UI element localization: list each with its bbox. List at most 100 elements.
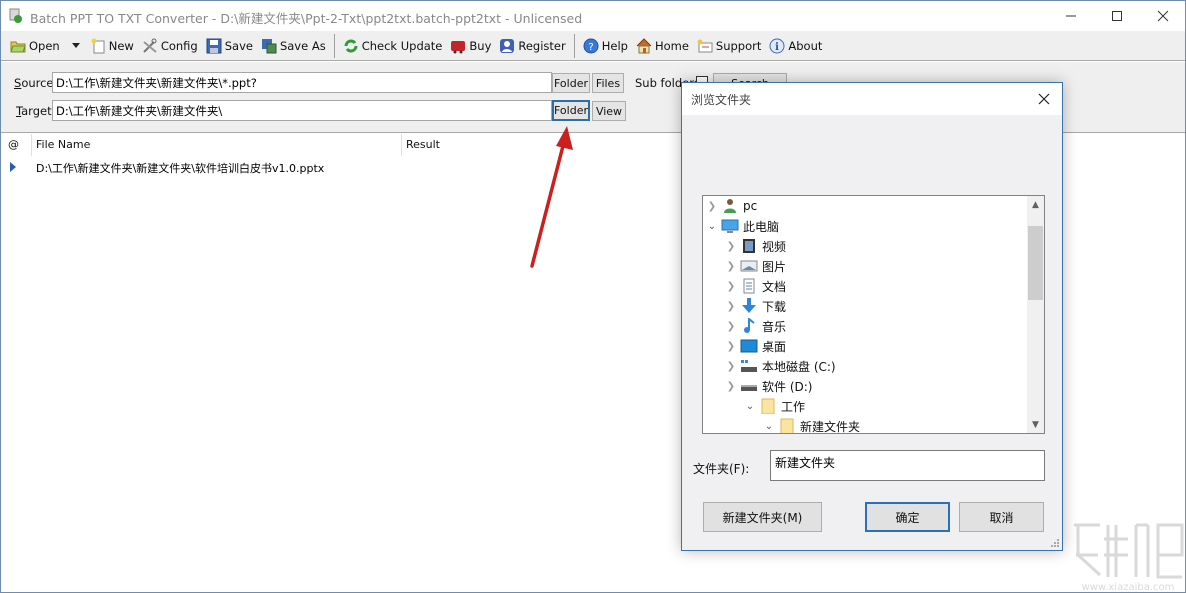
video-icon	[743, 239, 755, 253]
home-icon	[636, 37, 652, 53]
column-header-status[interactable]: @	[4, 134, 32, 156]
new-label: New	[108, 38, 134, 53]
tree-item-local-disk-c[interactable]: ❯ 本地磁盘 (C:)	[724, 356, 836, 376]
floppy-disk-icon	[206, 38, 222, 53]
toolbar-separator	[333, 33, 335, 58]
tree-item-downloads[interactable]: ❯ 下载	[724, 296, 786, 316]
close-icon	[1157, 10, 1169, 21]
target-label: Target	[16, 104, 52, 118]
chevron-right-icon[interactable]: ❯	[724, 356, 738, 376]
folder-field-label: 文件夹(F):	[693, 462, 750, 476]
config-label: Config	[160, 38, 198, 53]
tree-item-this-pc[interactable]: ⌄ 此电脑	[705, 216, 779, 236]
folder-name-input[interactable]: 新建文件夹	[770, 450, 1045, 481]
file-name-cell: D:\工作\新建文件夹\新建文件夹\软件培训白皮书v1.0.pptx	[36, 162, 325, 175]
computer-icon	[721, 219, 739, 233]
scrollbar-thumb[interactable]	[1028, 226, 1043, 300]
open-folder-icon	[10, 41, 26, 52]
svg-text:i: i	[775, 42, 779, 53]
chevron-down-icon[interactable]: ⌄	[762, 416, 776, 433]
svg-text:?: ?	[588, 42, 593, 53]
chevron-right-icon[interactable]: ❯	[724, 336, 738, 356]
tools-icon	[143, 38, 157, 53]
chevron-right-icon[interactable]: ❯	[724, 256, 738, 276]
new-file-icon	[91, 38, 105, 53]
buy-button[interactable]: Buy	[446, 34, 495, 58]
shopping-cart-icon	[451, 40, 466, 53]
tree-item-new-folder[interactable]: ⌄ 新建文件夹	[762, 416, 860, 433]
home-button[interactable]: Home	[632, 34, 693, 58]
chevron-down-icon[interactable]: ⌄	[705, 216, 719, 236]
about-button[interactable]: i About	[765, 34, 826, 58]
chevron-right-icon[interactable]: ❯	[724, 316, 738, 336]
converter-app-icon	[9, 8, 22, 23]
resize-grip-icon[interactable]	[1050, 538, 1060, 548]
support-button[interactable]: Support	[693, 34, 765, 58]
home-label: Home	[654, 38, 689, 53]
dialog-close-button[interactable]	[1032, 87, 1056, 111]
browse-folder-dialog: 浏览文件夹 ❯ pc ⌄ 此电脑 ❯ 视频 ❯ 图片 ❯ 文档 ❯ 下载 ❯ 音…	[681, 82, 1063, 551]
tree-item-documents[interactable]: ❯ 文档	[724, 276, 786, 296]
minimize-button[interactable]	[1048, 0, 1094, 31]
save-as-label: Save As	[279, 38, 326, 53]
scroll-up-arrow[interactable]: ▲	[1027, 196, 1044, 213]
dialog-title: 浏览文件夹	[691, 93, 752, 107]
tree-item-desktop[interactable]: ❯ 桌面	[724, 336, 786, 356]
ok-button[interactable]: 确定	[865, 502, 950, 532]
source-folder-button[interactable]: Folder	[552, 73, 590, 93]
chevron-right-icon[interactable]: ❯	[724, 276, 738, 296]
config-button[interactable]: Config	[138, 34, 202, 58]
check-update-label: Check Update	[361, 38, 443, 53]
scroll-down-arrow[interactable]: ▼	[1027, 416, 1044, 433]
close-icon	[1038, 93, 1050, 105]
column-header-file-name[interactable]: File Name	[32, 134, 402, 156]
new-folder-button[interactable]: 新建文件夹(M)	[703, 502, 822, 532]
music-icon	[744, 318, 755, 333]
target-path-input[interactable]: D:\工作\新建文件夹\新建文件夹\	[52, 100, 552, 121]
tree-item-pc[interactable]: ❯ pc	[705, 196, 757, 216]
tree-item-pictures[interactable]: ❯ 图片	[724, 256, 786, 276]
info-icon: i	[769, 38, 785, 53]
help-label: Help	[601, 38, 628, 53]
chevron-down-icon[interactable]: ⌄	[743, 396, 757, 416]
chevron-right-icon[interactable]: ❯	[724, 296, 738, 316]
chevron-right-icon[interactable]: ❯	[724, 236, 738, 256]
svg-text:www.xiazaiba.com: www.xiazaiba.com	[1082, 582, 1175, 593]
target-view-button[interactable]: View	[592, 101, 626, 121]
download-icon	[742, 298, 756, 313]
tree-item-work[interactable]: ⌄ 工作	[743, 396, 805, 416]
documents-icon	[743, 278, 755, 294]
save-label: Save	[224, 38, 253, 53]
open-button[interactable]: Open	[6, 34, 64, 58]
folder-tree[interactable]: ❯ pc ⌄ 此电脑 ❯ 视频 ❯ 图片 ❯ 文档 ❯ 下载 ❯ 音乐 ❯ 桌面…	[702, 195, 1045, 434]
open-dropdown-arrow[interactable]	[71, 43, 80, 48]
register-button[interactable]: Register	[495, 34, 569, 58]
chevron-right-icon[interactable]: ❯	[724, 376, 738, 396]
window-titlebar: Batch PPT TO TXT Converter - D:\新建文件夹\Pp…	[0, 0, 1186, 31]
desktop-icon	[740, 339, 758, 353]
save-as-button[interactable]: Save As	[257, 34, 330, 58]
tree-item-videos[interactable]: ❯ 视频	[724, 236, 786, 256]
open-label: Open	[29, 38, 60, 53]
annotation-arrow	[530, 126, 573, 268]
row-selector-icon	[10, 162, 16, 172]
maximize-button[interactable]	[1094, 0, 1140, 31]
user-icon	[500, 38, 515, 53]
register-label: Register	[518, 38, 566, 53]
source-files-button[interactable]: Files	[592, 73, 624, 93]
source-path-input[interactable]: D:\工作\新建文件夹\新建文件夹\*.ppt?	[52, 72, 552, 93]
new-button[interactable]: New	[86, 34, 138, 58]
support-label: Support	[715, 38, 762, 53]
close-button[interactable]	[1140, 0, 1186, 31]
user-folder-icon	[724, 199, 736, 213]
tree-scrollbar[interactable]: ▲ ▼	[1027, 196, 1044, 433]
chevron-right-icon[interactable]: ❯	[705, 196, 719, 216]
pictures-icon	[740, 260, 758, 272]
target-folder-button[interactable]: Folder	[552, 100, 590, 121]
tree-item-music[interactable]: ❯ 音乐	[724, 316, 786, 336]
save-button[interactable]: Save	[202, 34, 257, 58]
help-button[interactable]: ? Help	[579, 34, 632, 58]
check-update-button[interactable]: Check Update	[339, 34, 447, 58]
tree-item-drive-d[interactable]: ❯ 软件 (D:)	[724, 376, 813, 396]
cancel-button[interactable]: 取消	[959, 502, 1044, 532]
